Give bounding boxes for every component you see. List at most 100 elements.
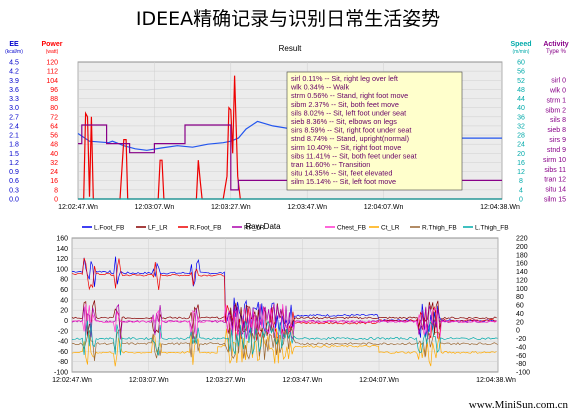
power-tick-label: 112 (47, 69, 58, 76)
legend-label-r.thigh_fb: R.Thigh_FB (422, 225, 457, 232)
raw-right-tick-label: 40 (516, 311, 524, 318)
activity-tick-label: sieb 8 (547, 127, 566, 134)
ee-tick-label: 4.5 (9, 60, 19, 67)
ee-tick-label: 2.7 (9, 114, 19, 121)
legend-label-chest_fb: Chest_FB (337, 225, 366, 232)
legend-label-r.foot_fb: R.Foot_FB (190, 225, 221, 232)
raw-left-tick-label: -80 (58, 359, 68, 366)
power-tick-label: 16 (50, 178, 58, 185)
speed-tick-label: 28 (517, 133, 525, 140)
x-tick-label: 12:03:47.Wn (287, 204, 327, 211)
raw-right-tick-label: -100 (516, 370, 530, 377)
x-tick-label: 12:03:07.Wn (135, 204, 175, 211)
raw-left-tick-label: -20 (58, 328, 68, 335)
activity-tick-label: wlk 0 (549, 87, 566, 94)
ee-tick-label: 2.4 (9, 123, 19, 130)
speed-tick-label: 52 (517, 78, 525, 85)
speed-tick-label: 44 (517, 96, 525, 103)
legend-label-l.thigh_fb: L.Thigh_FB (475, 225, 509, 232)
raw-left-tick-label: 160 (56, 236, 68, 243)
raw-right-tick-label: 80 (516, 294, 524, 301)
activity-tick-label: sibm 2 (545, 107, 566, 114)
raw-right-tick-label: -60 (516, 353, 526, 360)
raw-right-tick-label: 160 (516, 261, 528, 268)
raw-x-tick-label: 12:03:27.Wn (206, 377, 246, 384)
x-tick-label: 12:04:38.Wn (480, 204, 520, 211)
activity-axis-title: Activity (543, 41, 568, 48)
ee-tick-label: 0.6 (9, 178, 19, 185)
ee-tick-label: 0.0 (9, 197, 19, 204)
speed-axis-title: Speed (510, 41, 531, 48)
raw-x-tick-label: 12:03:47.Wn (282, 377, 322, 384)
raw-right-tick-label: 200 (516, 244, 528, 251)
speed-tick-label: 4 (519, 187, 523, 194)
activity-tick-label: strm 1 (547, 97, 567, 104)
speed-tick-label: 60 (517, 60, 525, 67)
raw-right-tick-label: 120 (516, 277, 528, 284)
power-tick-label: 48 (50, 142, 58, 149)
ee-tick-label: 1.8 (9, 142, 19, 149)
raw-left-tick-label: -40 (58, 339, 68, 346)
speed-tick-label: 56 (517, 69, 525, 76)
speed-tick-label: 32 (517, 123, 525, 130)
speed-tick-label: 8 (519, 178, 523, 185)
ee-tick-label: 3.9 (9, 78, 19, 85)
power-axis-unit: (watt) (46, 49, 59, 55)
raw-left-tick-label: 80 (60, 277, 68, 284)
raw-x-tick-label: 12:04:07.Wn (359, 377, 399, 384)
raw-left-tick-label: 100 (56, 266, 68, 273)
raw-x-tick-label: 12:02:47.Wn (52, 377, 92, 384)
activity-legend-entry: silm 15.14% -- Sit, left foot move (291, 177, 396, 186)
raw-x-tick-label: 12:03:07.Wn (129, 377, 169, 384)
power-tick-label: 40 (50, 151, 58, 158)
raw-left-tick-label: 120 (56, 256, 68, 263)
speed-tick-label: 16 (517, 160, 525, 167)
x-tick-label: 12:04:07.Wn (364, 204, 404, 211)
ee-tick-label: 0.3 (9, 187, 19, 194)
legend-label-l.foot_fb: L.Foot_FB (94, 225, 124, 232)
ee-tick-label: 3.6 (9, 87, 19, 94)
activity-tick-label: tran 12 (544, 177, 566, 184)
ee-tick-label: 4.2 (9, 69, 19, 76)
speed-axis-unit: (m/min) (513, 49, 530, 55)
raw-right-tick-label: -20 (516, 336, 526, 343)
result-chart: Result EE(kcal/m) Power(watt) Speed(m/min) A… (5, 41, 569, 384)
power-tick-label: 32 (50, 160, 58, 167)
activity-tick-label: situ 14 (545, 187, 566, 194)
ee-axis-title: EE (9, 41, 19, 48)
raw-plot-area (71, 237, 499, 373)
ee-tick-label: 2.1 (9, 133, 19, 140)
ee-tick-label: 3.3 (9, 96, 19, 103)
speed-tick-label: 24 (517, 142, 525, 149)
raw-right-tick-label: 180 (516, 252, 528, 259)
speed-tick-label: 40 (517, 105, 525, 112)
speed-tick-label: 48 (517, 87, 525, 94)
power-tick-label: 56 (50, 133, 58, 140)
ee-tick-label: 0.9 (9, 169, 19, 176)
speed-tick-label: 0 (519, 197, 523, 204)
power-axis-title: Power (41, 41, 62, 48)
speed-tick-label: 12 (517, 169, 525, 176)
power-tick-label: 0 (54, 197, 58, 204)
legend-label-rf_lr: RF_LR (244, 225, 265, 232)
raw-left-tick-label: 60 (60, 287, 68, 294)
raw-right-tick-label: 220 (516, 236, 528, 243)
legend-label-lf_lr: LF_LR (148, 225, 168, 232)
power-tick-label: 72 (50, 114, 58, 121)
activity-tick-label: sirm 10 (543, 157, 566, 164)
power-tick-label: 8 (54, 187, 58, 194)
power-tick-label: 104 (46, 78, 58, 85)
ee-tick-label: 1.2 (9, 160, 19, 167)
raw-right-tick-label: -40 (516, 344, 526, 351)
power-tick-label: 96 (50, 87, 58, 94)
raw-left-tick-label: -60 (58, 349, 68, 356)
power-tick-label: 120 (46, 60, 58, 67)
raw-left-tick-label: 20 (60, 308, 68, 315)
raw-left-tick-label: 40 (60, 297, 68, 304)
ee-tick-label: 3.0 (9, 105, 19, 112)
raw-left-tick-label: 0 (64, 318, 68, 325)
activity-tick-label: sirl 0 (551, 78, 566, 85)
raw-left-tick-label: 140 (56, 246, 68, 253)
activity-tick-label: silm 15 (544, 197, 566, 204)
activity-tick-label: sirs 9 (549, 137, 566, 144)
